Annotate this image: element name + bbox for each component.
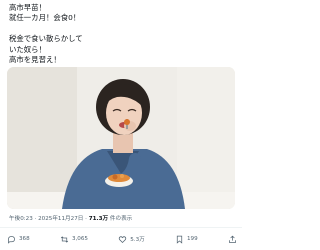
views-count: 71.3万 bbox=[88, 216, 109, 222]
share-button[interactable] bbox=[228, 235, 237, 244]
post-text: 高市早苗！ 就任一カ月！会食0！ 税金で食い散らかして いた奴ら！ 高市を見習え… bbox=[9, 3, 83, 65]
bookmark-button[interactable]: 199 bbox=[175, 235, 198, 244]
views-label: 件の表示 bbox=[108, 216, 133, 222]
action-bar: 368 3,065 5.3万 199 bbox=[7, 233, 237, 245]
heart-icon bbox=[119, 235, 127, 243]
divider bbox=[0, 227, 242, 228]
bookmark-icon bbox=[176, 235, 183, 244]
like-button[interactable]: 5.3万 bbox=[118, 235, 145, 244]
reply-count: 368 bbox=[19, 236, 30, 242]
post-meta: 午後0:23 · 2025年11月27日 · 71.3万 件の表示 bbox=[9, 214, 132, 222]
post-date[interactable]: 2025年11月27日 bbox=[38, 216, 83, 222]
repost-count: 3,065 bbox=[71, 236, 88, 242]
like-count: 5.3万 bbox=[130, 237, 145, 243]
share-icon bbox=[229, 235, 236, 243]
post-photo[interactable] bbox=[7, 67, 235, 209]
reply-icon bbox=[8, 235, 15, 244]
post-time[interactable]: 午後0:23 bbox=[9, 216, 33, 222]
reply-button[interactable]: 368 bbox=[7, 235, 30, 244]
repost-button[interactable]: 3,065 bbox=[60, 235, 88, 244]
repost-icon bbox=[60, 235, 69, 243]
bookmark-count: 199 bbox=[187, 236, 198, 242]
